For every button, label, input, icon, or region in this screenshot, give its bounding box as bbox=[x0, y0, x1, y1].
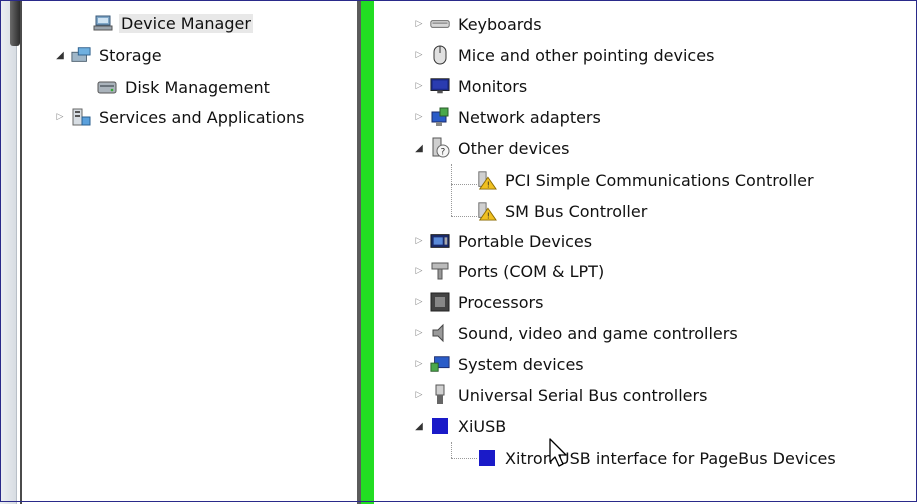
device-sm-bus-controller[interactable]: ! SM Bus Controller bbox=[477, 197, 649, 225]
device-label: XiUSB bbox=[458, 416, 507, 436]
svg-text:!: ! bbox=[487, 180, 490, 190]
tree-line bbox=[451, 442, 452, 458]
tree-item-label: Disk Management bbox=[125, 77, 270, 97]
network-adapter-icon bbox=[430, 107, 450, 127]
collapsed-arrow-icon[interactable]: ▷ bbox=[53, 110, 67, 124]
device-label: Monitors bbox=[458, 76, 528, 96]
device-tree-pane: ▷ Keyboards ▷ Mice and other pointing de… bbox=[374, 0, 919, 504]
ports-icon bbox=[430, 261, 450, 281]
device-category-other-devices[interactable]: ◢ ? Other devices bbox=[412, 134, 571, 162]
tree-item-label: Services and Applications bbox=[99, 107, 305, 127]
sound-icon bbox=[430, 323, 450, 343]
collapsed-arrow-icon[interactable]: ▷ bbox=[412, 48, 426, 62]
collapsed-arrow-icon[interactable]: ▷ bbox=[412, 264, 426, 278]
keyboard-icon bbox=[430, 14, 450, 34]
tree-item-label: Storage bbox=[99, 45, 162, 65]
xiusb-device-icon bbox=[477, 448, 497, 468]
tree-item-services-and-applications[interactable]: ▷ Services and Applications bbox=[53, 103, 306, 131]
device-label: Processors bbox=[458, 292, 544, 312]
device-xitron-usb-interface[interactable]: Xitron USB interface for PageBus Devices bbox=[477, 444, 838, 472]
collapsed-arrow-icon[interactable]: ▷ bbox=[412, 234, 426, 248]
collapsed-arrow-icon[interactable]: ▷ bbox=[412, 388, 426, 402]
device-label: PCI Simple Communications Controller bbox=[505, 170, 814, 190]
mouse-icon bbox=[430, 45, 450, 65]
device-category-mice[interactable]: ▷ Mice and other pointing devices bbox=[412, 41, 716, 69]
processor-icon bbox=[430, 292, 450, 312]
tree-line bbox=[451, 216, 477, 217]
svg-text:?: ? bbox=[441, 148, 446, 158]
tree-item-device-manager[interactable]: Device Manager bbox=[93, 9, 253, 37]
services-icon bbox=[71, 107, 91, 127]
device-label: Network adapters bbox=[458, 107, 601, 127]
tree-line bbox=[451, 458, 477, 459]
device-category-sound-video-game[interactable]: ▷ Sound, video and game controllers bbox=[412, 319, 740, 347]
device-label: System devices bbox=[458, 354, 584, 374]
usb-icon bbox=[430, 384, 450, 405]
device-category-keyboards[interactable]: ▷ Keyboards bbox=[412, 10, 544, 38]
collapsed-arrow-icon[interactable]: ▷ bbox=[412, 326, 426, 340]
monitor-icon bbox=[430, 76, 450, 96]
device-label: Portable Devices bbox=[458, 231, 593, 251]
device-pci-simple-communications-controller[interactable]: ! PCI Simple Communications Controller bbox=[477, 166, 816, 194]
collapsed-arrow-icon[interactable]: ▷ bbox=[412, 17, 426, 31]
warning-device-icon: ! bbox=[477, 170, 497, 190]
device-category-usb-controllers[interactable]: ▷ Universal Serial Bus controllers bbox=[412, 381, 709, 409]
collapsed-arrow-icon[interactable]: ▷ bbox=[412, 110, 426, 124]
device-category-processors[interactable]: ▷ Processors bbox=[412, 288, 545, 316]
tree-item-disk-management[interactable]: Disk Management bbox=[97, 73, 272, 101]
disk-management-icon bbox=[97, 77, 117, 97]
tree-line bbox=[451, 164, 452, 216]
expand-arrow-icon[interactable]: ◢ bbox=[53, 48, 67, 62]
collapsed-arrow-icon[interactable]: ▷ bbox=[412, 357, 426, 371]
scrollbar-edge bbox=[20, 0, 22, 504]
tree-line bbox=[451, 184, 477, 185]
device-category-system-devices[interactable]: ▷ System devices bbox=[412, 350, 586, 378]
device-label: Ports (COM & LPT) bbox=[458, 261, 605, 281]
expand-arrow-icon[interactable]: ◢ bbox=[412, 141, 426, 155]
device-label: Keyboards bbox=[458, 14, 542, 34]
device-category-portable-devices[interactable]: ▷ Portable Devices bbox=[412, 227, 594, 255]
device-manager-icon bbox=[93, 13, 113, 33]
collapsed-arrow-icon[interactable]: ▷ bbox=[412, 79, 426, 93]
device-category-monitors[interactable]: ▷ Monitors bbox=[412, 72, 529, 100]
portable-devices-icon bbox=[430, 231, 450, 251]
device-label: Universal Serial Bus controllers bbox=[458, 385, 708, 405]
svg-text:!: ! bbox=[487, 211, 490, 221]
left-scrollbar[interactable] bbox=[0, 0, 20, 504]
other-devices-icon: ? bbox=[430, 137, 450, 158]
device-category-ports[interactable]: ▷ Ports (COM & LPT) bbox=[412, 257, 606, 285]
device-label: Mice and other pointing devices bbox=[458, 45, 715, 65]
device-label: Sound, video and game controllers bbox=[458, 323, 738, 343]
mouse-cursor-icon bbox=[549, 438, 567, 467]
warning-device-icon: ! bbox=[477, 201, 497, 221]
console-tree-pane: Device Manager ◢ Storage Disk Management… bbox=[23, 0, 358, 504]
expand-arrow-icon[interactable]: ◢ bbox=[412, 419, 426, 433]
device-category-network-adapters[interactable]: ▷ Network adapters bbox=[412, 103, 603, 131]
tree-item-label: Device Manager bbox=[119, 13, 253, 33]
scrollbar-thumb[interactable] bbox=[10, 0, 20, 46]
device-label: Other devices bbox=[458, 138, 570, 158]
highlight-bar bbox=[361, 0, 374, 504]
collapsed-arrow-icon[interactable]: ▷ bbox=[412, 295, 426, 309]
device-category-xiusb[interactable]: ◢ XiUSB bbox=[412, 412, 508, 440]
xiusb-icon bbox=[430, 416, 450, 436]
device-label: SM Bus Controller bbox=[505, 201, 648, 221]
storage-icon bbox=[71, 45, 91, 65]
system-devices-icon bbox=[430, 354, 450, 374]
tree-item-storage[interactable]: ◢ Storage bbox=[53, 41, 164, 69]
